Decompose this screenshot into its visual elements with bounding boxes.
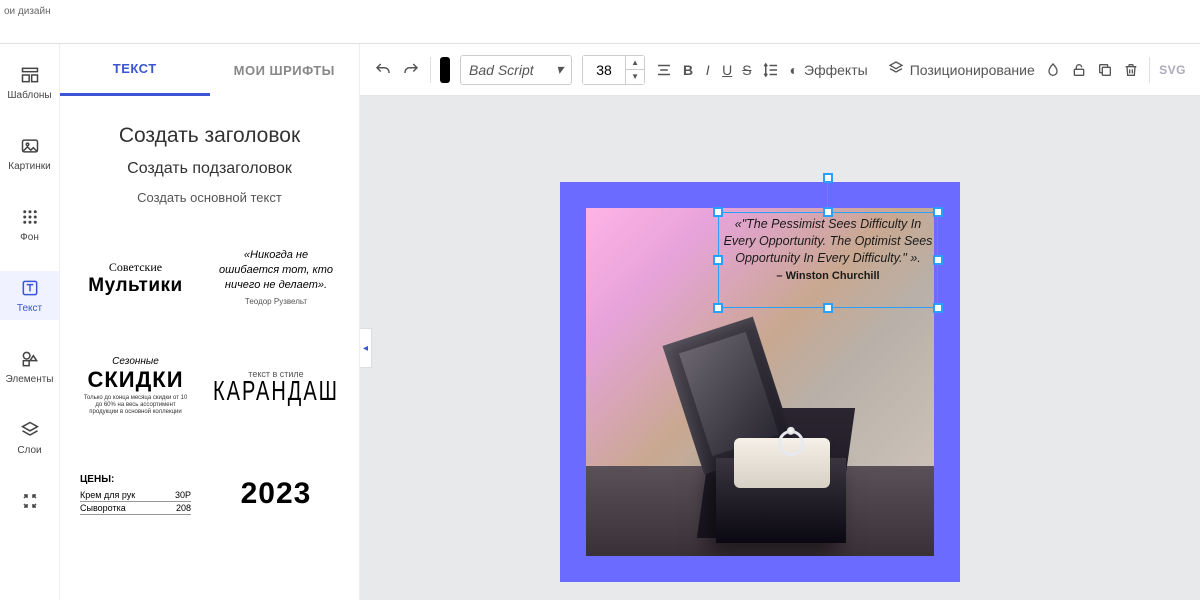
template-line: Теодор Рузвельт [245,297,307,308]
template-line: КАРАНДАШ [213,376,339,408]
template-line: Сыворотка [80,503,126,513]
template-line: 208 [176,503,191,513]
left-rail: Шаблоны Картинки Фон Текст Элементы Слои [0,44,60,600]
rail-elements[interactable]: Элементы [0,342,59,391]
font-size-up[interactable]: ▲ [626,56,644,70]
font-size-input[interactable] [583,56,625,84]
template-line: ЦЕНЫ: [80,474,114,485]
layers-icon [19,419,41,441]
side-panel: ТЕКСТ МОИ ШРИФТЫ Создать заголовок Созда… [60,44,360,600]
template-line: Крем для рук [80,490,135,500]
shapes-icon [19,348,41,370]
rail-more[interactable] [0,484,59,518]
undo-button[interactable] [374,58,392,82]
template-line: «Никогда не ошибается тот, кто ничего не… [213,248,339,293]
bold-button[interactable]: B [683,58,693,82]
rail-templates[interactable]: Шаблоны [0,58,59,107]
font-family-select[interactable]: Bad Script ▾ [460,55,572,85]
duplicate-button[interactable] [1097,58,1113,82]
canvas[interactable]: ◂ «"The Pessimist Sees Difficulty In Eve… [360,96,1200,600]
text-template-3[interactable]: Сезонные СКИДКИ Только до конца месяца с… [76,341,195,431]
rail-label: Слои [17,445,41,456]
position-button[interactable]: Позиционирование [888,60,1035,79]
font-name: Bad Script [469,62,534,78]
text-template-5[interactable]: ЦЕНЫ: Крем для рук 30Р Сыворотка 208 [76,449,195,539]
text-color-swatch[interactable] [440,57,450,83]
template-line: Только до конца месяца скидки от 10 до 6… [80,395,191,417]
line-height-button[interactable] [762,58,780,82]
text-toolbar: Bad Script ▾ ▲ ▼ B I U S ◐ Эффекты [360,44,1200,96]
rail-images[interactable]: Картинки [0,129,59,178]
add-subheading[interactable]: Создать подзаголовок [76,160,343,178]
template-line: Сезонные [112,356,159,367]
template-line: 30Р [175,490,191,500]
resize-handle-tl[interactable] [713,207,723,217]
image-icon [19,135,41,157]
text-template-6[interactable]: 2023 [209,449,343,539]
italic-button[interactable]: I [703,58,712,82]
underline-button[interactable]: U [722,58,732,82]
rail-label: Текст [17,303,42,314]
resize-handle-bm[interactable] [823,303,833,313]
text-template-1[interactable]: Советские Мультики [76,233,195,323]
resize-handle-br[interactable] [933,303,943,313]
effects-label: Эффекты [804,62,868,78]
rail-layers[interactable]: Слои [0,413,59,462]
rail-label: Элементы [6,374,54,385]
resize-handle-mr[interactable] [933,255,943,265]
template-line: СКИДКИ [87,367,183,393]
align-button[interactable] [655,58,673,82]
rail-label: Шаблоны [7,90,51,101]
svg-export-button[interactable]: SVG [1159,63,1186,77]
resize-handle-tr[interactable] [933,207,943,217]
delete-button[interactable] [1123,58,1139,82]
collapse-panel-button[interactable]: ◂ [360,328,372,368]
redo-button[interactable] [402,58,420,82]
rail-label: Картинки [8,161,50,172]
font-size-control: ▲ ▼ [582,55,645,85]
text-template-2[interactable]: «Никогда не ошибается тот, кто ничего не… [209,233,343,323]
add-body-text[interactable]: Создать основной текст [76,190,343,205]
grid-icon [19,206,41,228]
chevron-down-icon: ▾ [556,61,563,78]
expand-icon [19,490,41,512]
resize-handle-bl[interactable] [713,303,723,313]
layers-icon [888,60,904,79]
resize-handle-ml[interactable] [713,255,723,265]
position-label: Позиционирование [910,62,1035,78]
rail-label: Фон [20,232,39,243]
tab-text[interactable]: ТЕКСТ [60,44,210,96]
template-line: Советские [109,260,162,275]
strikethrough-button[interactable]: S [742,58,751,82]
rail-background[interactable]: Фон [0,200,59,249]
font-size-down[interactable]: ▼ [626,70,644,84]
rail-text[interactable]: Текст [0,271,59,320]
text-template-4[interactable]: текст в стиле КАРАНДАШ [209,341,343,431]
effects-button[interactable]: ◐ Эффекты [790,62,868,78]
text-icon [19,277,41,299]
templates-icon [19,64,41,86]
rotation-handle[interactable] [823,173,833,183]
template-line: Мультики [88,275,182,297]
lock-button[interactable] [1071,58,1087,82]
effects-icon: ◐ [790,62,798,78]
my-designs-trunc: ои дизайн [0,0,60,43]
opacity-button[interactable] [1045,58,1061,82]
tab-my-fonts[interactable]: МОИ ШРИФТЫ [210,44,360,96]
selection-box[interactable] [718,212,938,308]
resize-handle-tm[interactable] [823,207,833,217]
rotation-line [827,181,828,207]
add-heading[interactable]: Создать заголовок [76,124,343,148]
